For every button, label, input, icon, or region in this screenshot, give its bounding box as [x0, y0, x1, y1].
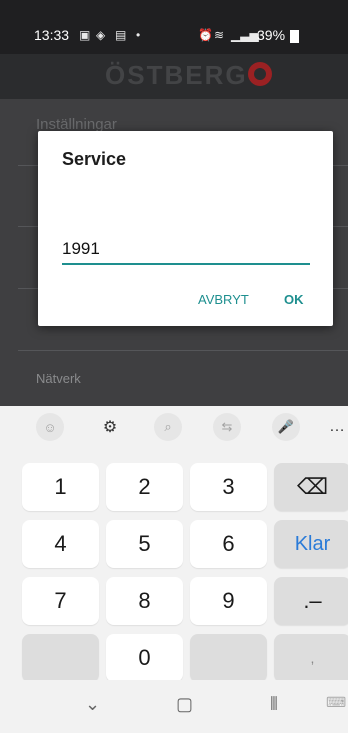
- mic-icon[interactable]: 🎤: [272, 413, 300, 441]
- service-code-input[interactable]: [62, 235, 310, 265]
- backspace-icon: ⌫: [296, 474, 329, 499]
- wifi-icon: ≋: [214, 28, 225, 42]
- blank-key[interactable]: [190, 634, 267, 682]
- logo-mark-icon: [248, 62, 272, 86]
- dot-icon: •: [136, 28, 141, 42]
- battery-icon: [290, 30, 299, 43]
- comma-key[interactable]: ,: [274, 634, 348, 682]
- teams-icon: ◈: [96, 28, 106, 42]
- home-icon[interactable]: ▢: [176, 694, 193, 715]
- dialog-title: Service: [62, 149, 127, 169]
- signal-icon: ▁▃▅: [231, 28, 259, 42]
- translate-icon[interactable]: ⇆: [213, 413, 241, 441]
- key-2[interactable]: 2: [106, 463, 183, 511]
- status-time: 13:33: [34, 27, 70, 43]
- key-0[interactable]: 0: [106, 634, 183, 682]
- cancel-button[interactable]: AVBRYT: [198, 292, 249, 307]
- more-icon[interactable]: …: [329, 418, 345, 436]
- ostberg-logo: ÖSTBERG: [105, 60, 248, 90]
- key-6[interactable]: 6: [190, 520, 267, 568]
- key-5[interactable]: 5: [106, 520, 183, 568]
- ok-button[interactable]: OK: [284, 292, 304, 307]
- network-label: Nätverk: [36, 371, 81, 386]
- key-9[interactable]: 9: [190, 577, 267, 625]
- gallery-icon: ▣: [79, 28, 91, 42]
- key-3[interactable]: 3: [190, 463, 267, 511]
- key-4[interactable]: 4: [22, 520, 99, 568]
- notification-icon: ▤: [115, 28, 127, 42]
- punctuation-key[interactable]: .–: [274, 577, 348, 625]
- done-key[interactable]: Klar: [274, 520, 348, 568]
- battery-percent: 39%: [257, 27, 286, 43]
- alarm-icon: ⏰: [198, 28, 213, 42]
- key-7[interactable]: 7: [22, 577, 99, 625]
- hide-keyboard-icon[interactable]: ⌄: [85, 694, 100, 715]
- divider: [18, 350, 348, 351]
- service-dialog: Service AVBRYT OK: [38, 131, 333, 326]
- search-icon[interactable]: ⌕: [154, 413, 182, 441]
- keyboard-switch-icon[interactable]: ⌨: [326, 694, 346, 711]
- navigation-bar: [0, 680, 348, 733]
- settings-icon[interactable]: ⚙: [96, 413, 124, 441]
- key-1[interactable]: 1: [22, 463, 99, 511]
- emoji-icon[interactable]: ☺: [36, 413, 64, 441]
- backspace-key[interactable]: ⌫: [274, 463, 348, 511]
- blank-key[interactable]: [22, 634, 99, 682]
- key-8[interactable]: 8: [106, 577, 183, 625]
- recents-icon[interactable]: ⦀: [270, 694, 278, 715]
